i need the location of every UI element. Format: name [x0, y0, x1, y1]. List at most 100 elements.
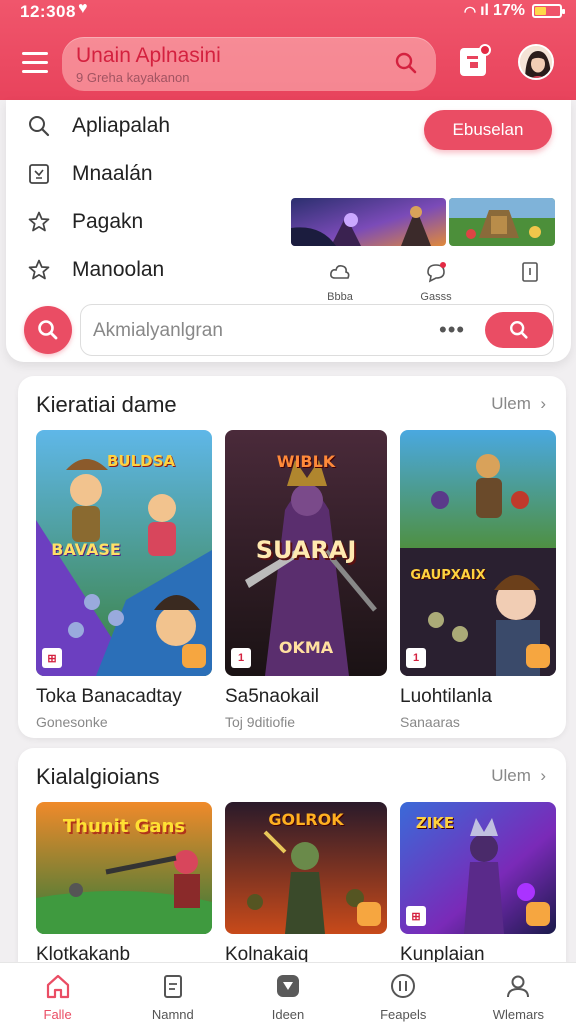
search-button[interactable] [24, 306, 72, 354]
search-icon [510, 321, 528, 339]
signal-icon: ıl [480, 2, 489, 19]
see-all-link[interactable]: Ulem › [491, 394, 546, 414]
search-submit-button[interactable] [485, 312, 553, 348]
menu-item-label: Pagakn [72, 210, 144, 233]
rating-badge: 1 [231, 648, 251, 668]
game-card[interactable]: GOLROK Kolnakaiq [225, 802, 387, 966]
rating-badge: ⊞ [42, 648, 62, 668]
game-art: BULDSA BAVASE ⊞ [36, 430, 212, 676]
heart-icon: ♥ [78, 0, 88, 17]
battery-icon [532, 4, 565, 18]
mini-action-2[interactable]: Gasss [414, 260, 458, 303]
battery-percent: 17% [492, 2, 525, 19]
nav-item-compass[interactable]: Feapels [346, 963, 461, 1024]
promo-thumbnail[interactable] [449, 198, 555, 246]
bottom-navigation: Falle Namnd Ideen Feapels Wlemars [0, 962, 576, 1024]
game-art: ZIKE ⊞ [400, 802, 556, 934]
primary-action-button[interactable]: Ebuselan [424, 110, 552, 150]
mini-action-label: Bbba [327, 291, 353, 303]
puzzle-icon [26, 161, 52, 187]
nav-item-clipboard[interactable]: Namnd [115, 963, 230, 1024]
compass-icon [388, 971, 418, 1001]
game-art-title: ZIKE [415, 814, 455, 832]
game-card[interactable]: GAUPXAIX 1 Luohtilanla Sanaaras [400, 430, 556, 730]
game-art: WIBLK SUARAJ OKMA 1 [225, 430, 387, 676]
rating-badge: 1 [406, 648, 426, 668]
search-icon[interactable] [394, 51, 418, 75]
user-icon [503, 971, 533, 1001]
document-icon [522, 262, 538, 282]
search-icon [38, 320, 58, 340]
notifications-icon[interactable] [460, 44, 491, 76]
featured-games-section: Kieratiai dame Ulem › BULDSA BAVASE ⊞ To… [18, 376, 566, 738]
search-field: ••• [80, 304, 554, 356]
nav-label: Feapels [380, 1007, 427, 1022]
game-art-title: GAUPXAIX [410, 568, 486, 583]
star-icon [26, 209, 52, 235]
game-art-title: WIBLK [276, 452, 336, 471]
game-art: GOLROK [225, 802, 387, 934]
mini-action-label: Gasss [420, 291, 452, 303]
notification-dot [479, 44, 491, 56]
chat-badge-icon [357, 902, 381, 926]
search-input[interactable] [93, 317, 423, 345]
nav-item-home[interactable]: Falle [0, 963, 115, 1024]
home-icon [43, 971, 73, 1001]
see-all-label: Ulem [491, 766, 531, 785]
game-art-subtitle: BAVASE [51, 540, 121, 559]
status-indicators: ◠ ıl 17% [463, 2, 565, 20]
menu-item-label: Mnaalán [72, 162, 153, 185]
header-search-bar[interactable]: Unain Aplnasini 9 Greha kayakanon [62, 37, 436, 91]
section-title: Kieratiai dame [36, 392, 177, 417]
game-art-title: BULDSA [106, 452, 176, 470]
menu-item-label: Manoolan [72, 258, 165, 281]
game-card[interactable]: ZIKE ⊞ Kunplaian [400, 802, 556, 966]
game-card[interactable]: WIBLK SUARAJ OKMA 1 Sa5naokail Toj 9diti… [225, 430, 387, 730]
nav-label: Wlemars [492, 1007, 545, 1022]
nav-item-shield[interactable]: Ideen [230, 963, 345, 1024]
game-name: Toka Banacadtay [36, 686, 182, 707]
mini-action-1[interactable]: Bbba [318, 260, 362, 303]
see-all-label: Ulem [491, 394, 531, 413]
menu-item-2[interactable]: Mnaalán [26, 156, 276, 192]
game-card[interactable]: Thunit Gans Klotkakanb [36, 802, 212, 966]
game-art: GAUPXAIX 1 [400, 430, 556, 676]
top-app-bar: 12:308 ♥ ◠ ıl 17% Unain Aplnasini 9 Greh… [0, 0, 576, 100]
search-icon [26, 113, 52, 139]
cloud-icon [330, 265, 350, 279]
chat-badge-icon [526, 902, 550, 926]
nav-item-profile[interactable]: Wlemars [461, 963, 576, 1024]
nav-label: Falle [43, 1007, 72, 1022]
wifi-icon: ◠ [463, 2, 477, 19]
star-outline-icon [26, 257, 52, 283]
game-category: Gonesonke [36, 714, 108, 730]
search-row: ••• [24, 304, 554, 356]
promo-thumbnail[interactable] [291, 198, 446, 246]
second-games-section: Kialalgioians Ulem › Thunit Gans Klotkak… [18, 748, 566, 978]
mini-action-3[interactable] [508, 260, 552, 289]
chat-badge-icon [182, 644, 206, 668]
menu-item-4[interactable]: Manoolan [26, 252, 276, 288]
clipboard-icon [158, 971, 188, 1001]
nav-label: Namnd [151, 1007, 194, 1022]
see-all-link[interactable]: Ulem › [491, 766, 546, 786]
hamburger-menu-icon[interactable] [22, 52, 48, 74]
chat-bubble-icon [427, 262, 446, 283]
menu-item-label: Apliapalah [72, 114, 171, 137]
game-art-subtitle: SUARAJ [255, 536, 357, 564]
rating-badge: ⊞ [406, 906, 426, 926]
avatar[interactable] [518, 44, 554, 80]
game-category: Toj 9ditiofie [225, 714, 296, 730]
game-name: Luohtilanla [400, 686, 492, 707]
section-title: Kialalgioians [36, 764, 160, 789]
game-category: Sanaaras [400, 714, 460, 730]
header-title: Unain Aplnasini [76, 44, 221, 67]
menu-item-1[interactable]: Apliapalah [26, 108, 276, 144]
more-options-icon[interactable]: ••• [439, 317, 465, 343]
game-card[interactable]: BULDSA BAVASE ⊞ Toka Banacadtay Gonesonk… [36, 430, 212, 730]
chat-badge-icon [526, 644, 550, 668]
menu-item-3[interactable]: Pagakn [26, 204, 276, 240]
status-time: 12:308 [20, 2, 76, 21]
status-bar: 12:308 ♥ ◠ ıl 17% [0, 0, 576, 24]
header-subtitle: 9 Greha kayakanon [76, 70, 190, 85]
